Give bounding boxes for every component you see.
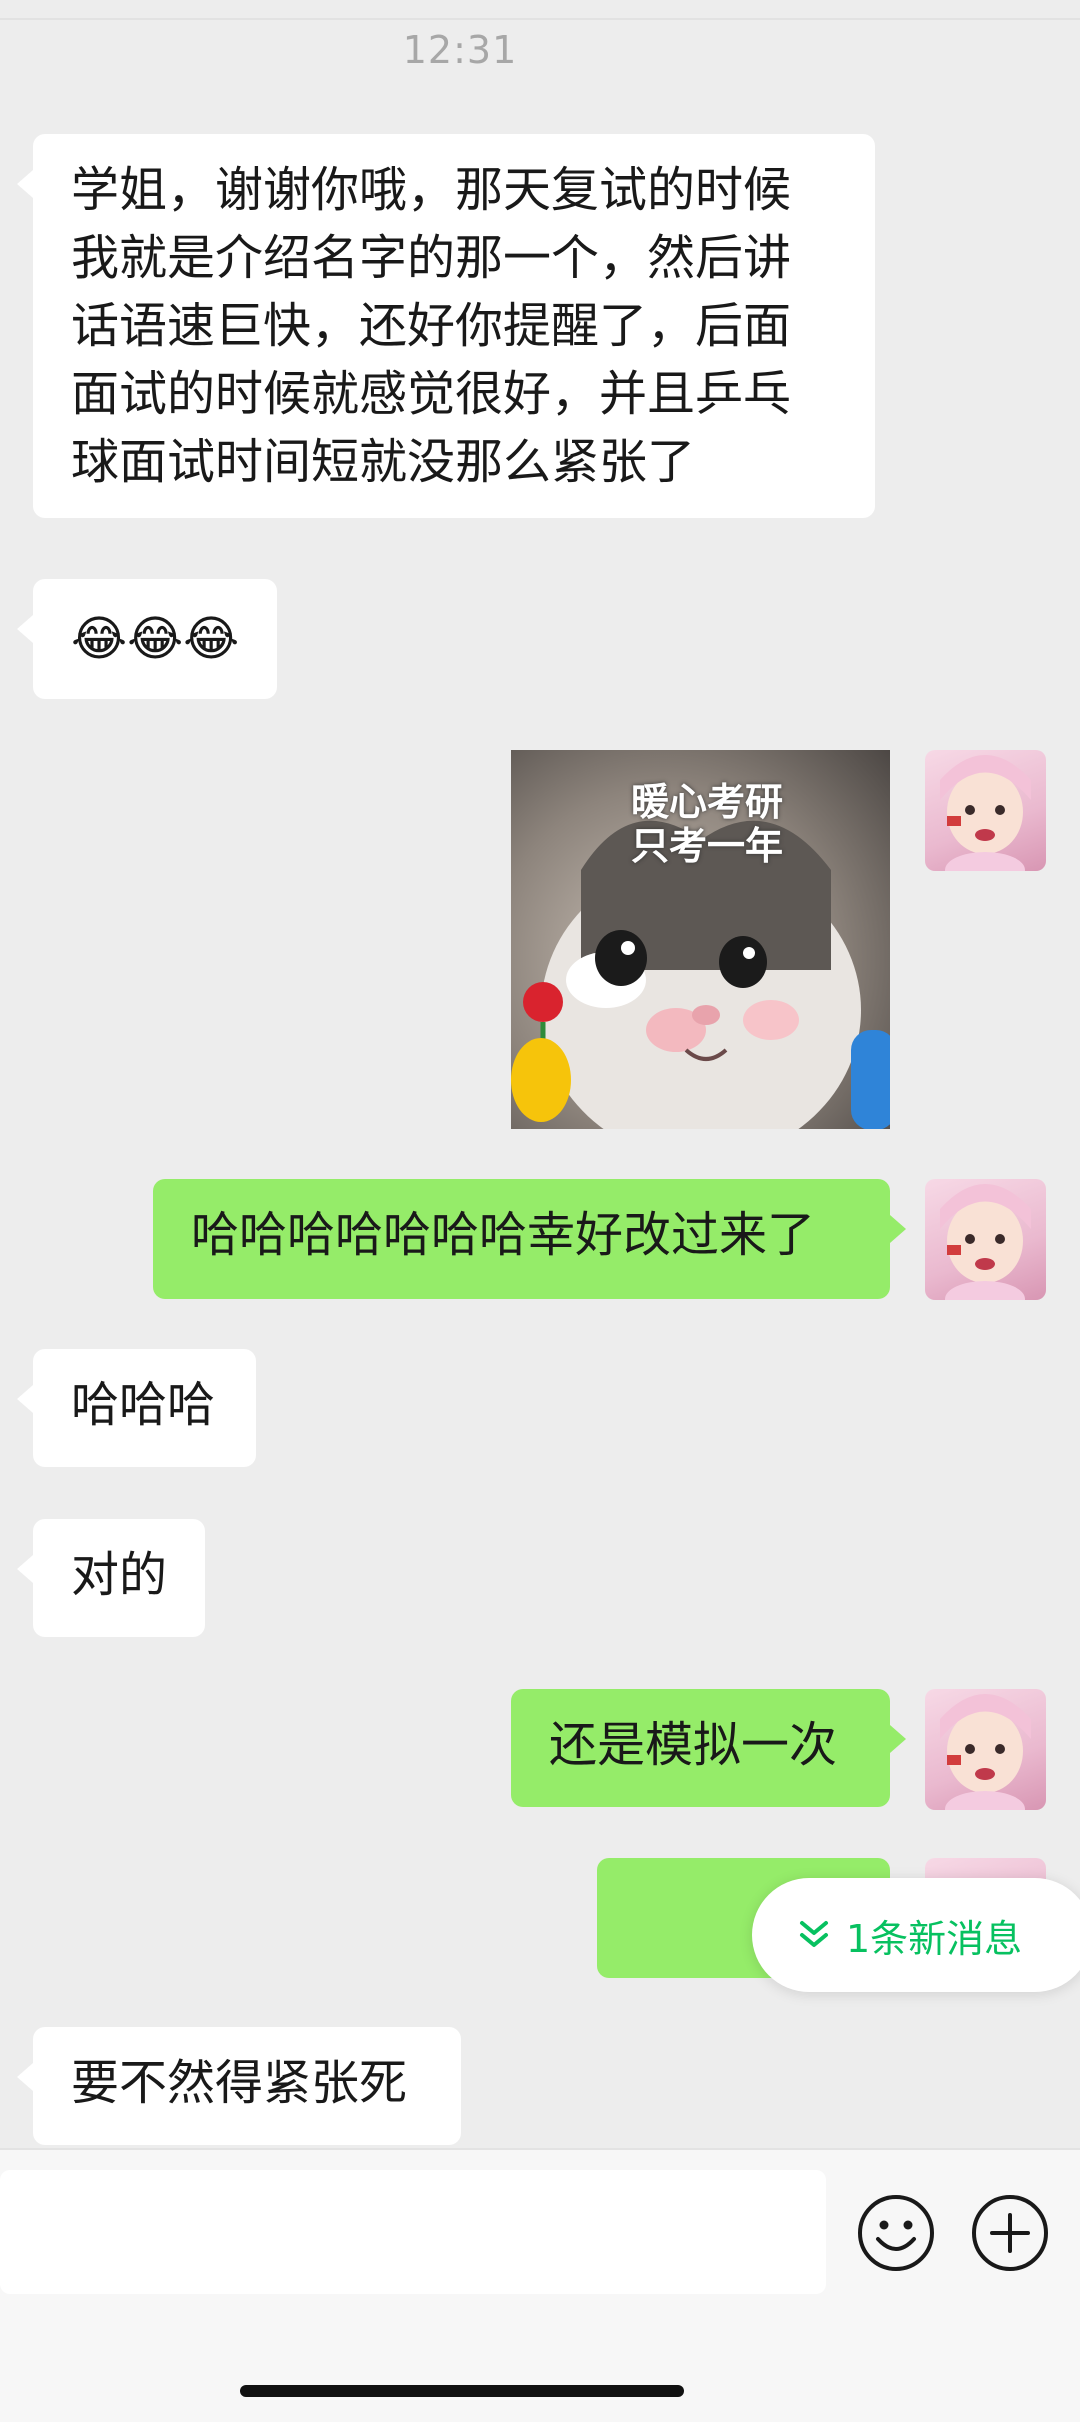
- top-divider: [0, 0, 1080, 20]
- home-indicator[interactable]: [240, 2385, 684, 2397]
- message-bubble-outgoing[interactable]: 哈哈哈哈哈哈哈幸好改过来了: [153, 1179, 906, 1299]
- double-chevron-down-icon: [796, 1917, 832, 1953]
- message-bubble-outgoing[interactable]: 还是模拟一次: [511, 1689, 906, 1807]
- plus-icon[interactable]: [970, 2193, 1050, 2273]
- sticker-caption: 暖心考研 只考一年: [630, 780, 783, 868]
- message-bubble-incoming[interactable]: 要不然得紧张死: [17, 2027, 461, 2145]
- avatar[interactable]: [925, 750, 1046, 871]
- avatar-photo: [940, 1184, 1031, 1300]
- sticker-image[interactable]: 暖心考研 只考一年: [511, 750, 890, 1129]
- avatar-photo: [940, 1694, 1031, 1810]
- message-bubble-incoming[interactable]: 学姐，谢谢你哦，那天复试的时候我就是介绍名字的那一个，然后讲话语速巨快，还好你提…: [17, 134, 875, 518]
- avatar-photo: [940, 755, 1031, 871]
- message-bubble-incoming[interactable]: 对的: [17, 1519, 205, 1637]
- new-message-label: 1条新消息: [846, 1916, 1023, 1961]
- message-input[interactable]: [0, 2170, 826, 2294]
- emoji-icon[interactable]: [856, 2193, 936, 2273]
- new-message-button[interactable]: 1条新消息: [752, 1878, 1080, 1992]
- message-bubble-incoming[interactable]: 哈哈哈: [17, 1349, 256, 1467]
- message-bubble-incoming[interactable]: 😂😂😂: [16, 579, 278, 699]
- message-timestamp: 12:31: [402, 28, 518, 72]
- avatar[interactable]: [925, 1179, 1046, 1300]
- avatar[interactable]: [925, 1689, 1046, 1810]
